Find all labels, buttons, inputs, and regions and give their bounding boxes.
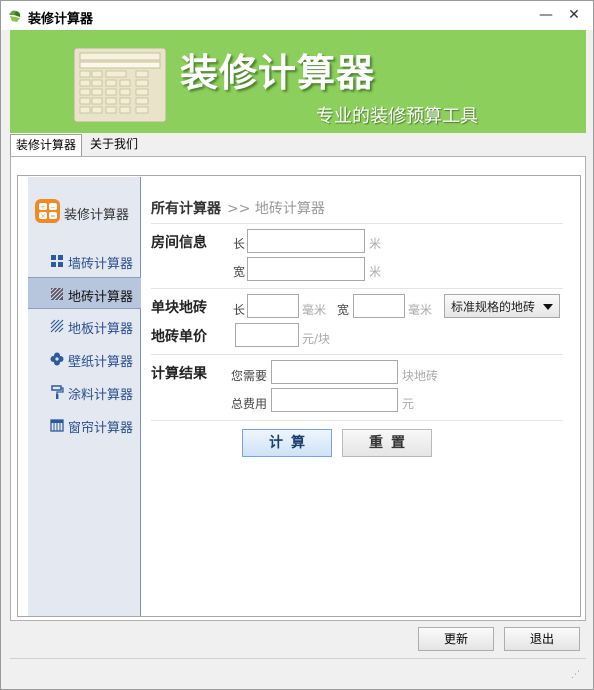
sidebar-item-wallpaper[interactable]: 壁纸计算器 <box>28 343 141 375</box>
tile-width-input[interactable] <box>353 294 405 318</box>
divider <box>151 223 563 224</box>
breadcrumb-current: 地砖计算器 <box>254 201 325 217</box>
breadcrumb-root-link[interactable]: 所有计算器 <box>151 201 221 217</box>
sidebar-item-floor-tile[interactable]: 地砖计算器 <box>28 277 141 309</box>
sidebar-item-label: 墙砖计算器 <box>68 257 134 272</box>
title-bar: 装修计算器 — ✕ <box>1 1 593 30</box>
tile-length-unit: 毫米 <box>302 303 327 317</box>
tab-about[interactable]: 关于我们 <box>84 134 144 156</box>
need-count-output <box>271 360 398 384</box>
exit-button[interactable]: 退出 <box>504 627 580 651</box>
grid-tiles-icon <box>51 255 63 267</box>
room-length-unit: 米 <box>369 237 382 251</box>
header-banner: 装修计算器 专业的装修预算工具 <box>10 30 586 133</box>
sidebar-item-label: 地板计算器 <box>68 322 134 337</box>
sidebar-item-paint[interactable]: 涂料计算器 <box>28 376 141 408</box>
tile-length-label: 长 <box>233 303 246 317</box>
banner-title: 装修计算器 <box>180 51 376 95</box>
sidebar: + − × = 装修计算器 墙砖计算器 地砖计算器 地板计算器 壁纸计算器 涂料… <box>28 177 141 616</box>
room-length-label: 长 <box>233 237 246 251</box>
tile-price-input[interactable] <box>235 323 299 347</box>
divider <box>151 354 563 355</box>
breadcrumb-separator: >> <box>227 201 251 217</box>
tile-price-unit: 元/块 <box>302 332 331 346</box>
paint-roller-icon <box>51 385 64 399</box>
tile-width-label: 宽 <box>337 303 350 317</box>
sidebar-item-curtain[interactable]: 窗帘计算器 <box>28 409 141 441</box>
room-width-label: 宽 <box>233 265 246 279</box>
room-info-label: 房间信息 <box>151 235 207 251</box>
result-label: 计算结果 <box>151 366 207 382</box>
svg-text:−: − <box>50 204 55 211</box>
minimize-button[interactable]: — <box>535 5 557 25</box>
tile-price-label: 地砖单价 <box>151 329 207 345</box>
app-logo-icon <box>9 10 21 22</box>
status-bar: ⋰ <box>10 658 586 684</box>
chevron-down-icon <box>543 304 553 310</box>
room-width-unit: 米 <box>369 265 382 279</box>
sidebar-item-wall-tile[interactable]: 墙砖计算器 <box>28 245 141 277</box>
total-cost-output <box>271 388 398 412</box>
svg-text:+: + <box>40 204 45 211</box>
tile-spec-dropdown[interactable]: 标准规格的地砖 <box>444 294 560 318</box>
calculator-content: 所有计算器 >> 地砖计算器 房间信息 长 米 宽 米 单块地砖 长 毫米 宽 <box>151 176 571 616</box>
floor-tile-icon <box>50 287 64 301</box>
close-button[interactable]: ✕ <box>563 5 585 25</box>
calculator-frame: + − × = 装修计算器 墙砖计算器 地砖计算器 地板计算器 壁纸计算器 涂料… <box>17 175 581 617</box>
window-title: 装修计算器 <box>28 12 94 27</box>
total-label: 总费用 <box>231 397 268 411</box>
app-window: 装修计算器 — ✕ 装修计算器 专业的装修预算工具 装修计算器 关于我们 + −… <box>0 0 594 690</box>
flower-icon <box>50 352 64 366</box>
sidebar-item-wood-floor[interactable]: 地板计算器 <box>28 310 141 342</box>
banner-subtitle: 专业的装修预算工具 <box>316 106 478 127</box>
tile-spec-selected: 标准规格的地砖 <box>451 300 536 314</box>
sidebar-item-label: 地砖计算器 <box>68 290 134 305</box>
sidebar-item-label: 涂料计算器 <box>68 388 134 403</box>
resize-grip-icon[interactable]: ⋰ <box>571 670 580 680</box>
tile-length-input[interactable] <box>247 294 299 318</box>
curtain-icon <box>50 419 64 432</box>
svg-text:=: = <box>50 213 55 220</box>
calculator-illustration-icon <box>74 48 166 122</box>
breadcrumb: 所有计算器 >> 地砖计算器 <box>151 198 325 218</box>
divider <box>151 420 563 421</box>
svg-text:×: × <box>40 213 45 220</box>
need-unit: 块地砖 <box>402 369 439 383</box>
room-length-input[interactable] <box>247 229 365 253</box>
reset-button[interactable]: 重置 <box>342 429 432 457</box>
tile-width-unit: 毫米 <box>408 303 433 317</box>
tab-calculator[interactable]: 装修计算器 <box>10 134 82 156</box>
wood-floor-icon <box>50 319 64 333</box>
total-unit: 元 <box>402 397 415 411</box>
room-width-input[interactable] <box>247 257 365 281</box>
tab-panel: + − × = 装修计算器 墙砖计算器 地砖计算器 地板计算器 壁纸计算器 涂料… <box>10 156 586 621</box>
update-button[interactable]: 更新 <box>418 627 494 651</box>
sidebar-title: 装修计算器 <box>64 208 130 223</box>
sidebar-item-label: 壁纸计算器 <box>68 355 134 370</box>
calculate-button[interactable]: 计算 <box>242 429 332 457</box>
single-tile-label: 单块地砖 <box>151 300 207 316</box>
sidebar-item-label: 窗帘计算器 <box>68 421 134 436</box>
divider <box>151 288 563 289</box>
need-label: 您需要 <box>231 369 268 383</box>
calculator-app-icon: + − × = <box>35 199 60 223</box>
